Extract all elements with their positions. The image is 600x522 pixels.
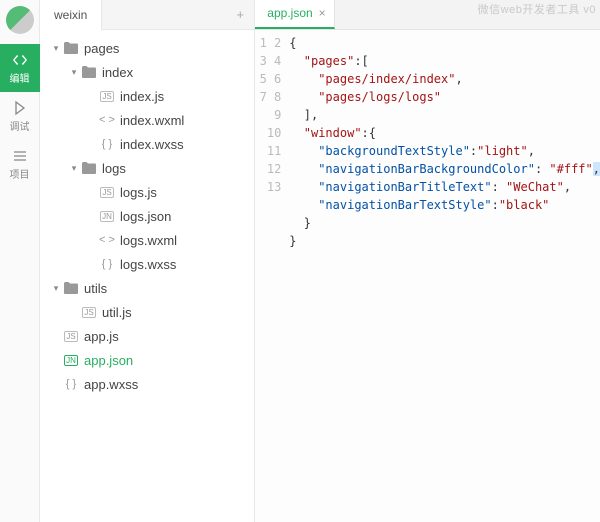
tree-folder[interactable]: ▾ index <box>40 60 254 84</box>
debug-icon <box>12 100 28 116</box>
editor-pane: app.json × 1 2 3 4 5 6 7 8 9 10 11 12 13… <box>255 0 600 522</box>
wxss-file-icon: { } <box>98 137 116 151</box>
rail-label: 调试 <box>10 118 30 133</box>
file-label: index.js <box>120 89 164 104</box>
wxml-file-icon: < > <box>98 113 116 127</box>
js-file-icon: JS <box>98 185 116 199</box>
editor-tab-label: app.json <box>267 0 312 28</box>
menu-icon <box>12 148 28 164</box>
caret-icon: ▾ <box>50 43 62 54</box>
wxml-file-icon: < > <box>98 233 116 247</box>
tree-file[interactable]: < > logs.wxml <box>40 228 254 252</box>
editor-tab[interactable]: app.json × <box>255 0 334 29</box>
caret-icon: ▾ <box>68 67 80 78</box>
tree-file[interactable]: JS logs.js <box>40 180 254 204</box>
file-label: utils <box>84 281 107 296</box>
file-tree: ▾ pages ▾ index JS index.js < > index.wxml { } in… <box>40 30 254 522</box>
tree-file[interactable]: { } index.wxss <box>40 132 254 156</box>
file-label: logs.js <box>120 185 157 200</box>
wxss-file-icon: { } <box>62 377 80 391</box>
folder-icon <box>80 65 98 79</box>
file-label: app.json <box>84 353 133 368</box>
file-label: util.js <box>102 305 132 320</box>
tree-folder[interactable]: ▾ pages <box>40 36 254 60</box>
js-file-icon: JS <box>62 329 80 343</box>
file-label: app.wxss <box>84 377 138 392</box>
tree-file[interactable]: JS util.js <box>40 300 254 324</box>
tree-file[interactable]: { } logs.wxss <box>40 252 254 276</box>
tree-file[interactable]: { } app.wxss <box>40 372 254 396</box>
file-label: index.wxml <box>120 113 184 128</box>
close-icon[interactable]: × <box>319 0 326 28</box>
file-label: app.js <box>84 329 119 344</box>
js-file-icon: JS <box>80 305 98 319</box>
json-file-icon: JN <box>98 209 116 223</box>
line-gutter: 1 2 3 4 5 6 7 8 9 10 11 12 13 <box>255 34 289 522</box>
file-label: logs.wxss <box>120 257 176 272</box>
tree-file[interactable]: JS app.js <box>40 324 254 348</box>
add-tab-button[interactable]: + <box>226 0 254 29</box>
file-label: logs.wxml <box>120 233 177 248</box>
caret-icon: ▾ <box>68 163 80 174</box>
avatar[interactable] <box>6 6 34 34</box>
window-title-remnant: 微信web开发者工具 v0 <box>478 1 596 17</box>
file-label: pages <box>84 41 119 56</box>
js-file-icon: JS <box>98 89 116 103</box>
file-explorer: weixin + ▾ pages ▾ index JS index.js < > index.… <box>40 0 255 522</box>
caret-icon: ▾ <box>50 283 62 294</box>
tree-file[interactable]: JN app.json <box>40 348 254 372</box>
folder-icon <box>62 281 80 295</box>
folder-icon <box>62 41 80 55</box>
json-file-icon: JN <box>62 353 80 367</box>
tree-folder[interactable]: ▾ logs <box>40 156 254 180</box>
sidebar-tab-label: weixin <box>54 0 87 30</box>
rail-item-edit[interactable]: 编辑 <box>0 44 40 92</box>
file-label: index <box>102 65 133 80</box>
rail-item-project[interactable]: 项目 <box>0 140 40 188</box>
file-label: logs.json <box>120 209 171 224</box>
file-label: logs <box>102 161 126 176</box>
tree-file[interactable]: < > index.wxml <box>40 108 254 132</box>
tree-file[interactable]: JS index.js <box>40 84 254 108</box>
sidebar-tabbar: weixin + <box>40 0 254 30</box>
sidebar-tab[interactable]: weixin <box>40 0 102 30</box>
folder-icon <box>80 161 98 175</box>
rail-label: 项目 <box>10 166 30 181</box>
code-icon <box>12 52 28 68</box>
rail-item-debug[interactable]: 调试 <box>0 92 40 140</box>
plus-icon: + <box>237 7 245 22</box>
file-label: index.wxss <box>120 137 184 152</box>
tree-folder[interactable]: ▾ utils <box>40 276 254 300</box>
code-area[interactable]: 1 2 3 4 5 6 7 8 9 10 11 12 13 { "pages":… <box>255 30 600 522</box>
tree-file[interactable]: JN logs.json <box>40 204 254 228</box>
rail-label: 编辑 <box>10 70 30 85</box>
code-content[interactable]: { "pages":[ "pages/index/index", "pages/… <box>289 34 600 522</box>
wxss-file-icon: { } <box>98 257 116 271</box>
activity-rail: 编辑 调试 项目 <box>0 0 40 522</box>
app-root: 编辑 调试 项目 weixin + ▾ pages ▾ index JS index.js… <box>0 0 600 522</box>
